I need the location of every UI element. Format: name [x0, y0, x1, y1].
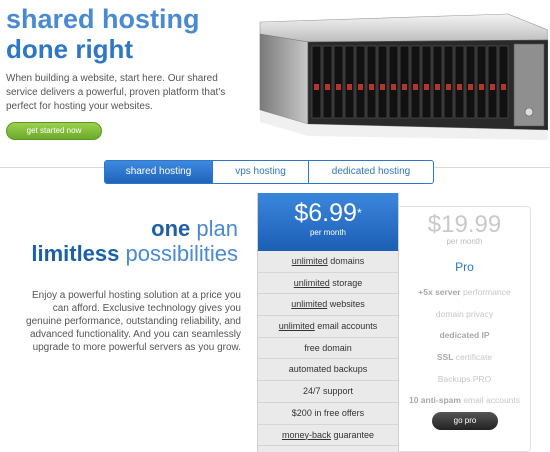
headline-strong-1: one [151, 216, 191, 241]
feature-item: $200 in free offers [258, 403, 398, 425]
feature-item: unlimited websites [258, 294, 398, 317]
feature-item: domain privacy [435, 308, 494, 319]
feature-item: free domain [258, 338, 398, 360]
plan-headline: one plan limitless possibilities [31, 216, 238, 266]
tab-vps-hosting[interactable]: vps hosting [213, 161, 309, 183]
price-footnote-mark: * [356, 206, 362, 220]
feature-item: unlimited storage [258, 273, 398, 295]
go-pro-button[interactable]: go pro [432, 412, 498, 430]
server-rack-image [259, 13, 548, 140]
hero-title-line1: shared hosting [6, 4, 200, 34]
feature-item: +5x server performance [418, 287, 511, 297]
pro-plan-price: $19.99 [427, 211, 502, 238]
shared-plan-features: unlimited domains unlimited storage unli… [258, 251, 398, 447]
feature-item: SSL certificate [436, 352, 493, 363]
hosting-type-tabs: shared hosting vps hosting dedicated hos… [104, 160, 434, 184]
plan-headline-line2: limitless possibilities [31, 241, 238, 266]
headline-rest-2: possibilities [119, 241, 239, 266]
feature-item: Backups PRO [437, 373, 492, 384]
hero-description: When building a website, start here. Our… [6, 73, 226, 112]
hero-title: shared hosting done right [6, 4, 200, 64]
headline-strong-2: limitless [31, 241, 120, 266]
pro-plan-name: Pro [455, 260, 474, 274]
plan-headline-line1: one plan [31, 216, 238, 241]
hero-title-line2: done right [6, 34, 134, 64]
tab-shared-hosting[interactable]: shared hosting [105, 161, 213, 183]
pro-plan-card: $19.99 per month Pro +5x server performa… [399, 206, 531, 452]
shared-plan-period: per month [309, 228, 347, 237]
get-started-button[interactable]: get started now [6, 122, 102, 140]
shared-plan-header: $6.99* per month [258, 193, 398, 251]
feature-item: dedicated IP [439, 330, 490, 341]
feature-item: unlimited email accounts [258, 316, 398, 338]
shared-plan-card: $6.99* per month unlimited domains unlim… [257, 193, 399, 452]
price-value: $6.99 [294, 199, 357, 227]
tab-dedicated-hosting[interactable]: dedicated hosting [309, 161, 433, 183]
plan-description: Enjoy a powerful hosting solution at a p… [26, 290, 241, 353]
feature-item: money-back guarantee [258, 425, 398, 447]
feature-item: 10 anti-spam email accounts [408, 395, 521, 406]
feature-item: 24/7 support [258, 381, 398, 403]
feature-item: automated backups [258, 359, 398, 382]
headline-rest-1: plan [190, 216, 238, 241]
hero-banner: shared hosting done right When building … [0, 0, 550, 168]
shared-plan-price: $6.99* [258, 193, 398, 227]
feature-item: unlimited domains [258, 251, 398, 273]
pro-plan-period: per month [446, 237, 483, 246]
pro-plan-features: +5x server performance domain privacy de… [399, 282, 530, 412]
